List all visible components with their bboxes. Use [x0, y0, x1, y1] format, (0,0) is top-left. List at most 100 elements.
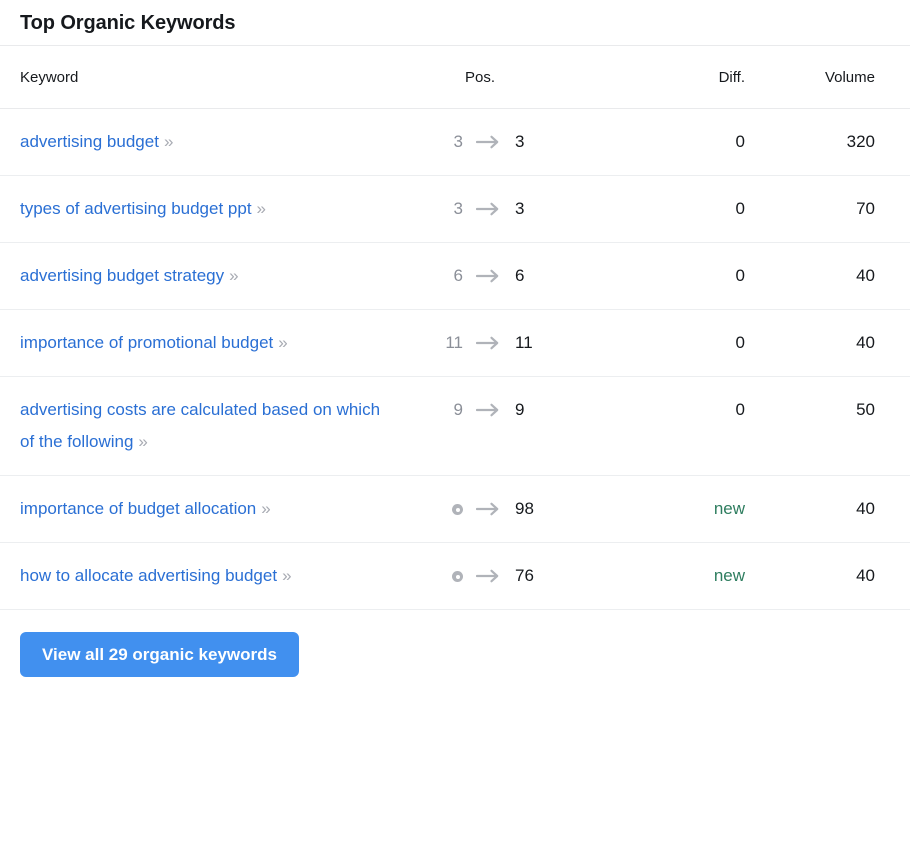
diff-cell: new — [625, 476, 765, 543]
current-position: 11 — [515, 333, 533, 352]
keyword-cell: advertising costs are calculated based o… — [0, 377, 410, 476]
dot-icon — [452, 571, 463, 583]
keyword-link[interactable]: how to allocate advertising budget — [20, 566, 277, 585]
double-chevron-right-icon[interactable]: » — [261, 499, 271, 518]
double-chevron-right-icon[interactable]: » — [278, 333, 288, 352]
keyword-link[interactable]: types of advertising budget ppt — [20, 199, 252, 218]
keyword-link[interactable]: importance of budget allocation — [20, 499, 256, 518]
new-keyword-badge: new — [713, 566, 745, 585]
diff-cell: 0 — [625, 109, 765, 176]
volume-value: 40 — [856, 499, 875, 518]
position-cell: 66 — [410, 243, 625, 310]
top-organic-keywords-panel: Top Organic Keywords Keyword Pos. Diff. … — [0, 0, 910, 846]
volume-value: 40 — [856, 266, 875, 285]
keyword-link[interactable]: advertising costs are calculated based o… — [20, 400, 380, 451]
position-cell: 33 — [410, 109, 625, 176]
position-cell: 98 — [410, 476, 625, 543]
column-header-traffic[interactable]: Traffic % — [878, 46, 910, 109]
diff-cell: 0 — [625, 176, 765, 243]
table-row: types of advertising budget ppt»3307014.… — [0, 176, 910, 243]
previous-position: 9 — [453, 400, 463, 419]
current-position: 98 — [515, 499, 534, 518]
double-chevron-right-icon[interactable]: » — [138, 432, 148, 451]
current-position: 3 — [515, 199, 525, 218]
keyword-cell: importance of promotional budget » — [0, 310, 410, 377]
traffic-percent-value: < 0.01 — [878, 543, 910, 610]
previous-position: 11 — [445, 333, 463, 352]
table-row: importance of promotional budget » 11 11 0 40… — [0, 310, 910, 377]
keyword-link[interactable]: advertising budget — [20, 132, 159, 151]
position-change: 11 11 — [410, 327, 625, 359]
view-all-organic-keywords-button[interactable]: View all 29 organic keywords — [20, 632, 299, 677]
dot-icon — [452, 504, 463, 516]
keyword-cell: how to allocate advertising budget » — [0, 543, 410, 610]
panel-footer: View all 29 organic keywords — [0, 610, 910, 677]
volume-value: 320 — [846, 132, 875, 151]
previous-position: 3 — [453, 132, 463, 151]
diff-value: 0 — [735, 266, 745, 285]
column-header-pos[interactable]: Pos. — [410, 46, 625, 109]
arrow-right-icon — [463, 202, 515, 216]
column-header-keyword[interactable]: Keyword — [0, 46, 410, 109]
current-position: 6 — [515, 266, 525, 285]
keyword-link[interactable]: advertising budget strategy — [20, 266, 224, 285]
table-row: advertising costs are calculated based o… — [0, 377, 910, 476]
double-chevron-right-icon[interactable]: » — [282, 566, 292, 585]
column-header-diff[interactable]: Diff. — [625, 46, 765, 109]
no-previous-position-dot-icon — [410, 493, 463, 525]
diff-value: 0 — [735, 400, 745, 419]
diff-cell: 0 — [625, 310, 765, 377]
traffic-percent-value: 2.94 — [878, 377, 910, 476]
page-title: Top Organic Keywords — [20, 11, 236, 34]
position-change: 98 — [410, 493, 625, 525]
position-change: 66 — [410, 260, 625, 292]
arrow-right-icon — [463, 403, 515, 417]
diff-cell: 0 — [625, 243, 765, 310]
arrow-right-icon — [463, 502, 515, 516]
table-row: importance of budget allocation » 98 new 40<… — [0, 476, 910, 543]
traffic-percent-value: 76.47 — [878, 109, 910, 176]
traffic-percent-value: 14.7 — [878, 176, 910, 243]
arrow-right-icon — [463, 135, 515, 149]
keyword-cell: advertising budget strategy » — [0, 243, 410, 310]
keyword-link[interactable]: importance of promotional budget — [20, 333, 273, 352]
arrow-right-icon — [463, 269, 515, 283]
diff-value: 0 — [735, 333, 745, 352]
diff-cell: 0 — [625, 377, 765, 476]
diff-cell: new — [625, 543, 765, 610]
column-header-volume[interactable]: Volume — [765, 46, 878, 109]
keyword-cell: types of advertising budget ppt » — [0, 176, 410, 243]
double-chevron-right-icon[interactable]: » — [257, 199, 267, 218]
volume-value: 40 — [856, 333, 875, 352]
previous-position: 6 — [453, 266, 463, 285]
position-cell: 11 11 — [410, 310, 625, 377]
position-change: 99 — [410, 394, 625, 426]
position-cell: 33 — [410, 176, 625, 243]
table-row: advertising budget»33032076.47 — [0, 109, 910, 176]
table-row: how to allocate advertising budget » 76 new… — [0, 543, 910, 610]
traffic-percent-value: 2.94 — [878, 310, 910, 377]
table-header-row: Keyword Pos. Diff. Volume Traffic % — [0, 46, 910, 109]
organic-keywords-table: Keyword Pos. Diff. Volume Traffic % adve… — [0, 46, 910, 610]
position-change: 33 — [410, 126, 625, 158]
double-chevron-right-icon[interactable]: » — [164, 132, 174, 151]
new-keyword-badge: new — [713, 499, 745, 518]
no-previous-position-dot-icon — [410, 560, 463, 592]
double-chevron-right-icon[interactable]: » — [229, 266, 239, 285]
traffic-percent-value: < 0.01 — [878, 476, 910, 543]
current-position: 3 — [515, 132, 525, 151]
position-cell: 99 — [410, 377, 625, 476]
previous-position: 3 — [453, 199, 463, 218]
table-row: advertising budget strategy»660402.94 — [0, 243, 910, 310]
diff-value: 0 — [735, 199, 745, 218]
traffic-percent-value: 2.94 — [878, 243, 910, 310]
current-position: 9 — [515, 400, 525, 419]
volume-value: 70 — [856, 199, 875, 218]
position-change: 33 — [410, 193, 625, 225]
table-header: Keyword Pos. Diff. Volume Traffic % — [0, 46, 910, 109]
table-body: advertising budget»33032076.47types of a… — [0, 109, 910, 610]
arrow-right-icon — [463, 336, 515, 350]
panel-header: Top Organic Keywords — [0, 0, 910, 46]
position-change: 76 — [410, 560, 625, 592]
volume-value: 40 — [856, 566, 875, 585]
